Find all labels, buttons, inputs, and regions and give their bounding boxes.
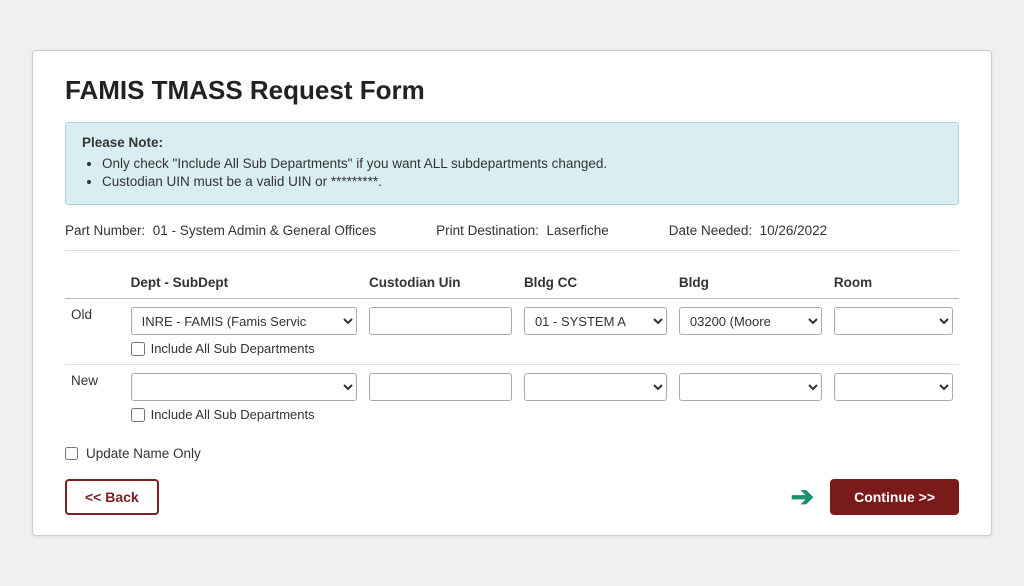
page-title: FAMIS TMASS Request Form bbox=[65, 75, 959, 106]
new-label: New bbox=[65, 365, 125, 431]
notice-item-1: Only check "Include All Sub Departments"… bbox=[102, 156, 942, 171]
th-dept-subdept: Dept - SubDept bbox=[125, 267, 363, 299]
old-include-all-row: Include All Sub Departments bbox=[131, 341, 357, 356]
old-bldgcc-cell: 01 - SYSTEM A bbox=[518, 299, 673, 365]
th-room: Room bbox=[828, 267, 959, 299]
new-custodian-uin-input[interactable] bbox=[369, 373, 512, 401]
update-name-only-checkbox[interactable] bbox=[65, 447, 78, 460]
meta-row: Part Number: 01 - System Admin & General… bbox=[65, 223, 959, 251]
back-button[interactable]: << Back bbox=[65, 479, 159, 515]
print-destination-text: Print Destination: Laserfiche bbox=[436, 223, 609, 238]
meta-print-destination: Print Destination: Laserfiche bbox=[436, 223, 609, 238]
old-uin-cell bbox=[363, 299, 518, 365]
notice-box: Please Note: Only check "Include All Sub… bbox=[65, 122, 959, 205]
old-dept-cell: INRE - FAMIS (Famis Servic Include All S… bbox=[125, 299, 363, 365]
notice-item-2: Custodian UIN must be a valid UIN or ***… bbox=[102, 174, 942, 189]
old-custodian-uin-input[interactable] bbox=[369, 307, 512, 335]
footer-row: << Back ➔ Continue >> bbox=[65, 479, 959, 515]
form-card: FAMIS TMASS Request Form Please Note: On… bbox=[32, 50, 992, 536]
old-room-select[interactable] bbox=[834, 307, 953, 335]
old-bldg-cc-select[interactable]: 01 - SYSTEM A bbox=[524, 307, 667, 335]
old-bldg-select[interactable]: 03200 (Moore bbox=[679, 307, 822, 335]
notice-title: Please Note: bbox=[82, 135, 942, 150]
old-row: Old INRE - FAMIS (Famis Servic Include A… bbox=[65, 299, 959, 365]
meta-part-number: Part Number: 01 - System Admin & General… bbox=[65, 223, 376, 238]
new-include-all-checkbox[interactable] bbox=[131, 408, 145, 422]
new-dept-cell: Include All Sub Departments bbox=[125, 365, 363, 431]
meta-date-needed: Date Needed: 10/26/2022 bbox=[669, 223, 827, 238]
th-custodian-uin: Custodian Uin bbox=[363, 267, 518, 299]
new-include-all-label: Include All Sub Departments bbox=[151, 407, 315, 422]
new-bldgcc-cell bbox=[518, 365, 673, 431]
old-label: Old bbox=[65, 299, 125, 365]
date-needed-text: Date Needed: 10/26/2022 bbox=[669, 223, 827, 238]
th-bldg-cc: Bldg CC bbox=[518, 267, 673, 299]
continue-button[interactable]: Continue >> bbox=[830, 479, 959, 515]
old-bldg-cell: 03200 (Moore bbox=[673, 299, 828, 365]
new-bldg-select[interactable] bbox=[679, 373, 822, 401]
new-include-all-row: Include All Sub Departments bbox=[131, 407, 357, 422]
update-name-only-label: Update Name Only bbox=[86, 446, 201, 461]
arrow-right-icon: ➔ bbox=[791, 483, 814, 511]
new-uin-cell bbox=[363, 365, 518, 431]
new-row: New Include All Sub Departments bbox=[65, 365, 959, 431]
th-bldg: Bldg bbox=[673, 267, 828, 299]
notice-list: Only check "Include All Sub Departments"… bbox=[82, 156, 942, 189]
update-name-row: Update Name Only bbox=[65, 446, 959, 461]
continue-group: ➔ Continue >> bbox=[791, 479, 959, 515]
new-room-cell bbox=[828, 365, 959, 431]
part-number-text: Part Number: 01 - System Admin & General… bbox=[65, 223, 376, 238]
old-dept-select[interactable]: INRE - FAMIS (Famis Servic bbox=[131, 307, 357, 335]
new-bldg-cc-select[interactable] bbox=[524, 373, 667, 401]
old-room-cell bbox=[828, 299, 959, 365]
new-room-select[interactable] bbox=[834, 373, 953, 401]
form-table: Dept - SubDept Custodian Uin Bldg CC Bld… bbox=[65, 267, 959, 430]
new-dept-select[interactable] bbox=[131, 373, 357, 401]
new-bldg-cell bbox=[673, 365, 828, 431]
old-include-all-label: Include All Sub Departments bbox=[151, 341, 315, 356]
th-empty bbox=[65, 267, 125, 299]
old-include-all-checkbox[interactable] bbox=[131, 342, 145, 356]
